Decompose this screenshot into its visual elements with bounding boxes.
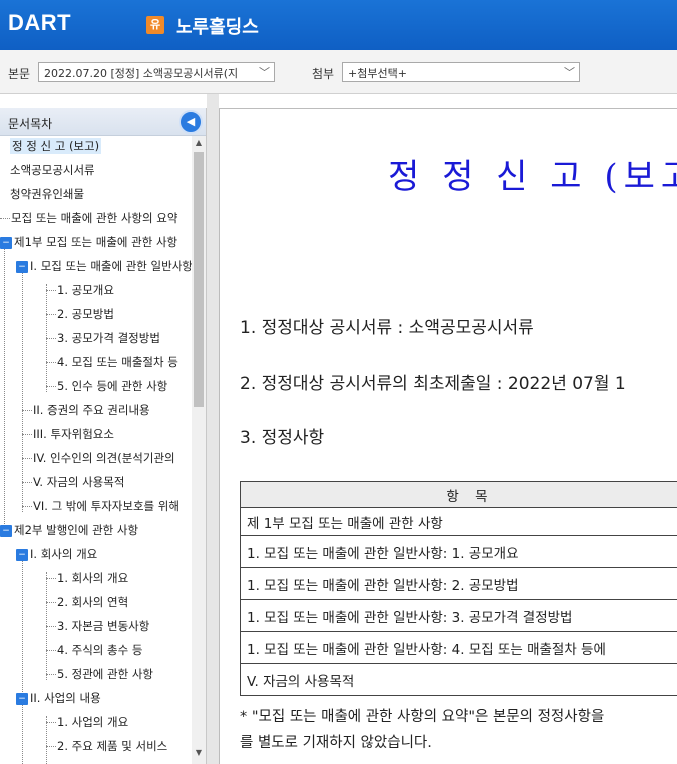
table-header: 항 목 (240, 481, 677, 508)
table-of-contents-panel: 문서목차 ◀ 정 정 신 고 (보고) 소액공모공시서류 청약권유인쇄물 모집 … (0, 108, 207, 764)
tree-connector (4, 244, 5, 536)
toc-item-fund-usage[interactable]: V. 자금의 사용목적 (22, 472, 124, 492)
app-header: DART 유 노루홀딩스 (0, 0, 677, 50)
toc-item-main-products[interactable]: 2. 주요 제품 및 서비스 (46, 736, 167, 756)
logo-text: DART (8, 10, 72, 35)
document-title: 정 정 신 고 (보고 (388, 157, 677, 197)
document-toolbar: 본문 2022.07.20 [정정] 소액공모공시서류(지 ﹀ 첨부 +첨부선택… (0, 50, 677, 94)
company-market-badge: 유 (146, 16, 164, 34)
table-row: 1. 모집 또는 매출에 관한 일반사항: 2. 공모방법 (240, 567, 677, 600)
toc-tree: 정 정 신 고 (보고) 소액공모공시서류 청약권유인쇄물 모집 또는 매출에 … (0, 136, 192, 764)
table-row: V. 자금의 사용목적 (240, 663, 677, 696)
toc-item-offering-summary[interactable]: 모집 또는 매출에 관한 사항의 요약 (0, 208, 177, 228)
toc-item-subscription-print[interactable]: 청약권유인쇄물 (10, 184, 84, 204)
table-row: 1. 모집 또는 매출에 관한 일반사항: 3. 공모가격 결정방법 (240, 599, 677, 632)
scroll-up-icon[interactable]: ▲ (192, 136, 206, 150)
toc-item-total-shares[interactable]: 4. 주식의 총수 등 (46, 640, 142, 660)
attachment-select[interactable]: +첨부선택+ ﹀ (342, 62, 580, 82)
collapse-icon[interactable]: − (16, 548, 28, 561)
toc-item-small-offering[interactable]: 소액공모공시서류 (10, 160, 95, 180)
attachment-label: 첨부 (312, 67, 335, 81)
toc-item-offering-procedure[interactable]: 4. 모집 또는 매출절차 등 (46, 352, 178, 372)
collapse-icon[interactable]: − (0, 524, 12, 537)
company-name: 노루홀딩스 (176, 17, 259, 38)
toc-item-part2[interactable]: − 제2부 발행인에 관한 사항 (0, 520, 138, 540)
tree-connector (22, 556, 23, 764)
body-document-select[interactable]: 2022.07.20 [정정] 소액공모공시서류(지 ﹀ (38, 62, 275, 82)
toc-item-risk-factors[interactable]: III. 투자위험요소 (22, 424, 114, 444)
toc-item-company-summary[interactable]: 1. 회사의 개요 (46, 568, 128, 588)
toc-item-investor-protection[interactable]: VI. 그 밖에 투자자보호를 위해 (22, 496, 179, 516)
table-row: 제 1부 모집 또는 매출에 관한 사항 (240, 507, 677, 536)
toc-item-securities-rights[interactable]: II. 증권의 주요 권리내용 (22, 400, 150, 420)
scroll-thumb[interactable] (194, 152, 204, 407)
dart-logo[interactable]: DART (8, 8, 71, 38)
collapse-icon[interactable]: − (0, 236, 12, 249)
collapse-panel-button[interactable]: ◀ (179, 110, 203, 134)
correction-items-table: 항 목 제 1부 모집 또는 매출에 관한 사항 1. 모집 또는 매출에 관한… (240, 481, 677, 696)
toc-header: 문서목차 ◀ (0, 108, 206, 136)
table-row: 1. 모집 또는 매출에 관한 일반사항: 1. 공모개요 (240, 535, 677, 568)
attachment-select-value: +첨부선택+ (348, 67, 407, 80)
body-document-select-value: 2022.07.20 [정정] 소액공모공시서류(지 (44, 67, 239, 80)
body-label: 본문 (8, 67, 31, 81)
toc-title: 문서목차 (8, 117, 53, 131)
toc-scrollbar[interactable]: ▲ ▼ (192, 136, 206, 764)
panel-gutter (207, 94, 219, 764)
toc-item-offering-method[interactable]: 2. 공모방법 (46, 304, 114, 324)
toc-item-correction-report[interactable]: 정 정 신 고 (보고) (10, 136, 102, 156)
toc-item-business-overview[interactable]: 1. 사업의 개요 (46, 712, 128, 732)
toc-item-offering-overview[interactable]: 1. 공모개요 (46, 280, 114, 300)
scroll-down-icon[interactable]: ▼ (192, 746, 206, 760)
toc-item-company-overview[interactable]: − I. 회사의 개요 (16, 544, 97, 564)
chevron-down-icon: ﹀ (259, 66, 270, 79)
table-row: 1. 모집 또는 매출에 관한 일반사항: 4. 모집 또는 매출절차 등에 (240, 631, 677, 664)
document-note: * "모집 또는 매출에 관한 사항의 요약"은 본문의 정정사항을 를 별도로… (240, 704, 604, 756)
toc-item-capital-changes[interactable]: 3. 자본금 변동사항 (46, 616, 149, 636)
toc-item-business[interactable]: − II. 사업의 내용 (16, 688, 101, 708)
toc-item-underwriter-opinion[interactable]: IV. 인수인의 의견(분석기관의 (22, 448, 175, 468)
toc-item-underwriting[interactable]: 5. 인수 등에 관한 사항 (46, 376, 167, 396)
document-viewer: 정 정 신 고 (보고 1. 정정대상 공시서류 : 소액공모공시서류 2. 정… (219, 108, 677, 764)
toc-item-part1[interactable]: − 제1부 모집 또는 매출에 관한 사항 (0, 232, 177, 252)
toc-item-price-method[interactable]: 3. 공모가격 결정방법 (46, 328, 160, 348)
note-line: 를 별도로 기재하지 않았습니다. (240, 735, 432, 751)
collapse-icon[interactable]: − (16, 260, 28, 273)
correction-items-heading: 3. 정정사항 (240, 428, 325, 448)
collapse-icon[interactable]: − (16, 692, 28, 705)
initial-submission-date: 2. 정정대상 공시서류의 최초제출일 : 2022년 07월 1 (240, 374, 626, 394)
correction-target: 1. 정정대상 공시서류 : 소액공모공시서류 (240, 318, 534, 338)
toc-item-articles[interactable]: 5. 정관에 관한 사항 (46, 664, 153, 684)
toc-item-company-history[interactable]: 2. 회사의 연혁 (46, 592, 128, 612)
chevron-down-icon: ﹀ (564, 66, 575, 79)
toc-item-part1-general[interactable]: − I. 모집 또는 매출에 관한 일반사항 (16, 256, 192, 276)
note-line: * "모집 또는 매출에 관한 사항의 요약"은 본문의 정정사항을 (240, 709, 605, 725)
